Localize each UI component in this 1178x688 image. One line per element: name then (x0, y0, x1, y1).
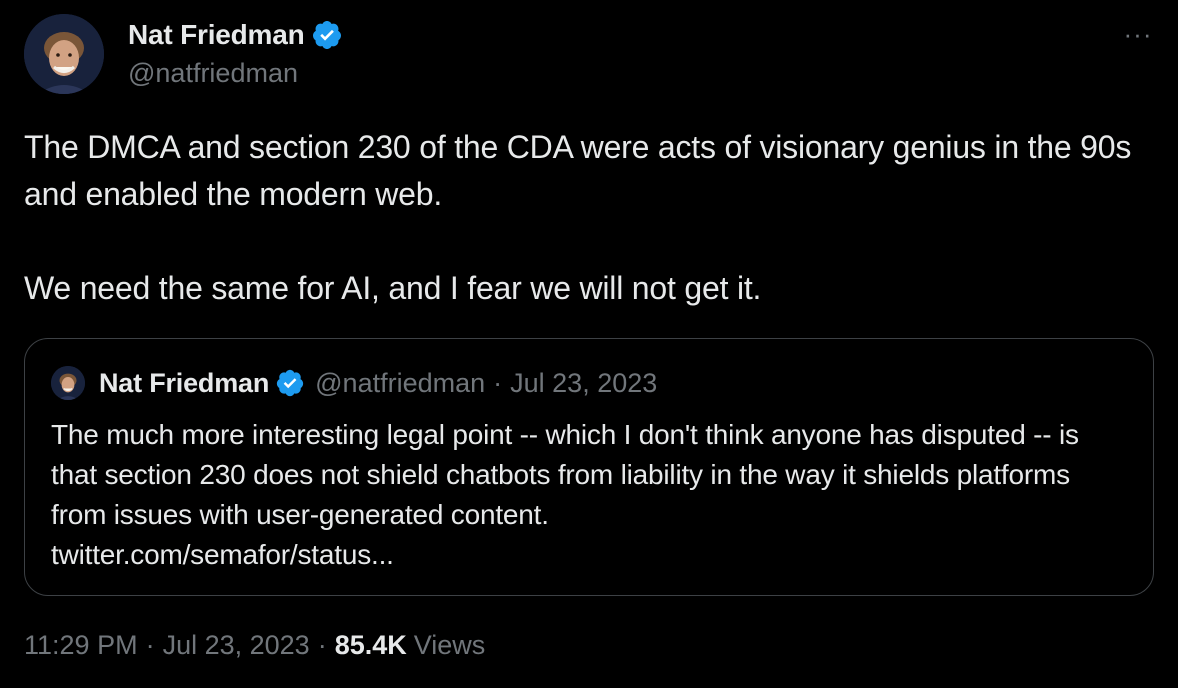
author-name[interactable]: Nat Friedman (128, 19, 305, 51)
tweet-meta-row: 11:29 PM · Jul 23, 2023 · 85.4K Views (24, 630, 485, 661)
quoted-author-avatar[interactable] (51, 366, 85, 400)
quoted-tweet-text-block: The much more interesting legal point --… (51, 415, 1131, 575)
author-handle[interactable]: @natfriedman (128, 58, 298, 89)
more-horizontal-icon: ··· (1123, 19, 1153, 49)
tweet-text: The DMCA and section 230 of the CDA were… (24, 129, 1132, 306)
quoted-tweet-text: The much more interesting legal point --… (51, 419, 1079, 530)
views-label: Views (413, 630, 486, 660)
quoted-tweet-date[interactable]: Jul 23, 2023 (510, 368, 657, 399)
quoted-separator: · (493, 367, 503, 398)
author-avatar[interactable] (24, 14, 104, 94)
meta-separator: · (145, 630, 155, 660)
tweet-date[interactable]: Jul 23, 2023 (163, 630, 310, 661)
tweet-time[interactable]: 11:29 PM (24, 630, 138, 661)
quoted-tweet-link[interactable]: twitter.com/semafor/status... (51, 535, 1131, 575)
more-options-button[interactable]: ··· (1120, 20, 1156, 48)
quoted-tweet-header: Nat Friedman @natfriedman · Jul 23, 2023 (51, 365, 657, 401)
quoted-author-handle[interactable]: @natfriedman (315, 368, 485, 399)
verified-badge-icon[interactable] (311, 19, 343, 51)
tweet-card: Nat Friedman @natfriedman ··· The DMCA a… (0, 0, 1178, 688)
meta-separator: · (317, 630, 327, 660)
quoted-tweet-card[interactable]: Nat Friedman @natfriedman · Jul 23, 2023… (24, 338, 1154, 596)
author-name-row: Nat Friedman (128, 18, 343, 52)
verified-badge-icon (275, 368, 305, 398)
views-count[interactable]: 85.4K (335, 630, 407, 661)
quoted-author-name[interactable]: Nat Friedman (99, 368, 269, 399)
